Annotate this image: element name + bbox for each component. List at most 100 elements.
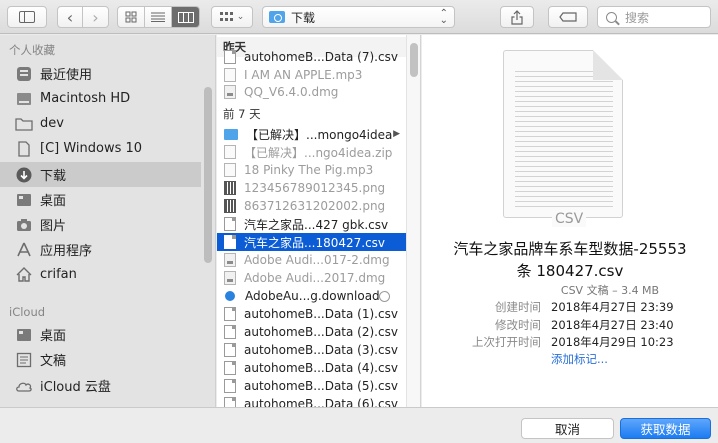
home-icon <box>15 267 33 283</box>
file-row[interactable]: autohomeB...Data (5).csv <box>217 377 406 395</box>
dialog-footer: 取消 获取数据 <box>0 407 718 443</box>
sidebar: 个人收藏 最近使用 Macintosh HD dev [C] Windows 1… <box>0 35 216 407</box>
image-file-icon <box>224 181 236 195</box>
file-row[interactable]: autohomeB...Data (4).csv <box>217 359 406 377</box>
image-file-icon <box>224 199 236 213</box>
disk-image-icon <box>224 85 236 99</box>
harddisk-icon <box>15 91 33 107</box>
file-row[interactable]: Adobe Audi...017-2.dmg <box>217 251 406 269</box>
file-name: QQ_V6.4.0.dmg <box>244 85 339 99</box>
sidebar-item-macintosh-hd[interactable]: Macintosh HD <box>0 86 201 111</box>
meta-opened-key: 上次打开时间 <box>472 335 541 349</box>
sidebar-item-downloads[interactable]: 下载 <box>0 162 201 187</box>
csv-file-icon <box>224 50 236 64</box>
sidebar-toggle-button[interactable] <box>7 6 47 28</box>
file-name: autohomeB...Data (7).csv <box>244 50 398 64</box>
location-popup[interactable]: 下载 ⌃ ⌄ <box>262 6 455 28</box>
meta-opened-value: 2018年4月29日 10:23 <box>551 335 674 349</box>
file-row[interactable]: QQ_V6.4.0.dmg <box>217 83 406 101</box>
sidebar-item-dev[interactable]: dev <box>0 111 201 136</box>
audio-file-icon <box>224 68 236 82</box>
file-row[interactable]: autohomeB...Data (7).csv <box>217 48 406 66</box>
thumbnail-type-label: CSV <box>552 211 587 227</box>
sidebar-item-label: 文稿 <box>40 354 67 369</box>
search-placeholder: 搜索 <box>625 10 650 25</box>
file-row[interactable]: Adobe Audi...2017.dmg <box>217 269 406 287</box>
downloads-folder-icon <box>269 11 285 23</box>
preview-pane: CSV 汽车之家品牌车系车型数据-25553 条 180427.csv CSV … <box>422 35 718 407</box>
file-name: autohomeB...Data (4).csv <box>244 361 398 375</box>
sidebar-item-desktop[interactable]: 桌面 <box>0 187 201 212</box>
icloud-header: iCloud <box>9 305 46 319</box>
file-name: autohomeB...Data (2).csv <box>244 325 398 339</box>
audio-file-icon <box>224 163 236 177</box>
file-column-scrollbar[interactable] <box>406 35 421 407</box>
file-row[interactable]: autohomeB...Data (2).csv <box>217 323 406 341</box>
sidebar-item-home[interactable]: crifan <box>0 262 201 287</box>
sidebar-item-icloud-drive[interactable]: iCloud 云盘 <box>0 373 201 398</box>
list-view-button[interactable] <box>145 7 172 27</box>
file-name: autohomeB...Data (6).csv <box>244 397 398 407</box>
sidebar-item-label: crifan <box>40 267 77 282</box>
sidebar-item-icloud-desktop[interactable]: 桌面 <box>0 322 201 347</box>
search-field[interactable]: 搜索 <box>597 6 711 28</box>
sidebar-item-windows[interactable]: [C] Windows 10 <box>0 136 201 161</box>
file-name: I AM AN APPLE.mp3 <box>244 68 363 82</box>
scrollbar-thumb[interactable] <box>410 43 418 77</box>
file-name: 18 Pinky The Pig.mp3 <box>244 163 374 177</box>
csv-file-icon <box>224 307 236 321</box>
progress-spinner-icon <box>379 290 390 302</box>
meta-modified-key: 修改时间 <box>495 318 541 332</box>
meta-modified-value: 2018年4月27日 23:40 <box>551 318 674 332</box>
sidebar-item-pictures[interactable]: 图片 <box>0 212 201 237</box>
csv-preview-thumbnail: CSV <box>503 50 623 227</box>
file-row[interactable]: 863712631202002.png <box>217 197 406 215</box>
applications-icon <box>15 242 33 258</box>
file-row[interactable]: 123456789012345.png <box>217 179 406 197</box>
sidebar-item-icloud-documents[interactable]: 文稿 <box>0 347 201 372</box>
file-row[interactable]: 【已解决】...mongo4idea ▶ <box>217 125 406 143</box>
back-button[interactable]: ‹ <box>58 7 83 27</box>
file-name: AdobeAu...g.download <box>245 289 380 303</box>
sidebar-item-label: 桌面 <box>40 329 67 344</box>
sidebar-scrollbar[interactable] <box>204 87 212 263</box>
file-row[interactable]: 【已解决】...ngo4idea.zip <box>217 143 406 161</box>
meta-created-key: 创建时间 <box>495 300 541 314</box>
preview-subtitle: CSV 文稿 – 3.4 MB <box>560 284 660 297</box>
file-row[interactable]: autohomeB...Data (1).csv <box>217 305 406 323</box>
column-view-button[interactable] <box>172 7 199 27</box>
share-button[interactable] <box>500 6 534 28</box>
get-data-button[interactable]: 获取数据 <box>620 418 711 439</box>
csv-file-icon <box>224 343 236 357</box>
sidebar-item-label: Macintosh HD <box>40 91 131 106</box>
add-tags-link[interactable]: 添加标记... <box>551 351 608 367</box>
icon-view-button[interactable] <box>118 7 145 27</box>
file-name: Adobe Audi...017-2.dmg <box>244 253 390 267</box>
tag-button[interactable] <box>548 6 588 28</box>
downloads-icon <box>15 167 33 183</box>
chevron-right-icon: ▶ <box>393 129 400 139</box>
sidebar-item-label: dev <box>40 116 64 131</box>
file-row[interactable]: I AM AN APPLE.mp3 <box>217 66 406 84</box>
group-by-button[interactable]: ⌄ <box>211 6 253 28</box>
sidebar-item-recents[interactable]: 最近使用 <box>0 61 201 86</box>
file-row-selected[interactable]: 汽车之家品...180427.csv <box>217 233 406 251</box>
page-fold <box>593 50 623 80</box>
file-row[interactable]: AdobeAu...g.download <box>217 287 406 305</box>
sidebar-item-label: 最近使用 <box>40 68 93 83</box>
file-row[interactable]: autohomeB...Data (3).csv <box>217 341 406 359</box>
forward-button[interactable]: › <box>83 7 108 27</box>
location-label: 下载 <box>291 10 316 25</box>
csv-file-icon <box>224 379 236 393</box>
file-name: 123456789012345.png <box>244 181 386 195</box>
file-row[interactable]: 18 Pinky The Pig.mp3 <box>217 161 406 179</box>
sidebar-item-applications[interactable]: 应用程序 <box>0 237 201 262</box>
sidebar-item-label: [C] Windows 10 <box>40 141 143 156</box>
file-name: autohomeB...Data (3).csv <box>244 343 398 357</box>
cancel-button[interactable]: 取消 <box>521 418 614 439</box>
meta-created-value: 2018年4月27日 23:39 <box>551 300 674 314</box>
file-row[interactable]: autohomeB...Data (6).csv <box>217 395 406 407</box>
file-row[interactable]: 汽车之家品...427 gbk.csv <box>217 215 406 233</box>
document-icon <box>15 140 33 157</box>
view-mode-switcher <box>117 6 200 28</box>
